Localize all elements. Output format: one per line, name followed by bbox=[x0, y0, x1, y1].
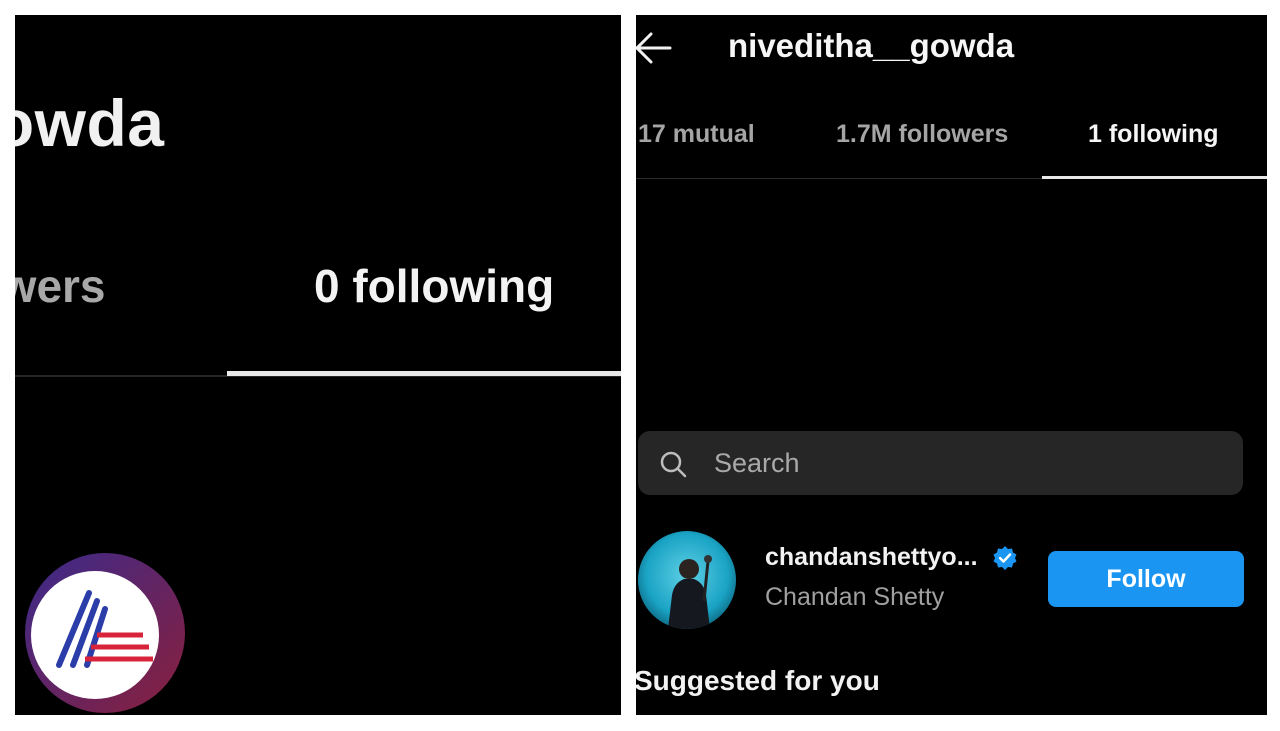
arrow-left-icon[interactable] bbox=[636, 31, 672, 65]
active-tab-indicator bbox=[227, 371, 621, 376]
avatar[interactable] bbox=[638, 531, 736, 629]
tab-mutual[interactable]: 17 mutual bbox=[638, 120, 755, 149]
tab-following[interactable]: 1 following bbox=[1088, 120, 1219, 149]
verified-badge-icon bbox=[993, 545, 1017, 570]
right-screenshot-panel: niveditha__gowda 17 mutual 1.7M follower… bbox=[636, 15, 1267, 715]
search-input[interactable] bbox=[714, 441, 1214, 485]
suggested-for-you-heading: Suggested for you bbox=[636, 665, 880, 696]
following-list-item[interactable]: chandanshettyo... Chandan Shetty Follow bbox=[636, 527, 1267, 631]
page-title-username: niveditha__gowda bbox=[728, 27, 1015, 64]
tab-followers[interactable]: llowers bbox=[15, 259, 106, 313]
user-handle-row: chandanshettyo... bbox=[765, 543, 1018, 572]
search-bar[interactable] bbox=[638, 431, 1243, 495]
user-display-name: Chandan Shetty bbox=[765, 583, 945, 611]
search-icon bbox=[660, 451, 687, 478]
profile-username-fragment: gowda bbox=[15, 86, 165, 160]
tab-followers[interactable]: 1.7M followers bbox=[836, 120, 1008, 149]
asianet-logo-icon bbox=[25, 553, 185, 713]
active-tab-indicator bbox=[1042, 176, 1267, 179]
follow-button[interactable]: Follow bbox=[1048, 551, 1244, 607]
tab-following[interactable]: 0 following bbox=[314, 259, 554, 313]
user-handle[interactable]: chandanshettyo... bbox=[765, 543, 978, 571]
left-screenshot-panel: gowda llowers 0 following bbox=[15, 15, 621, 715]
